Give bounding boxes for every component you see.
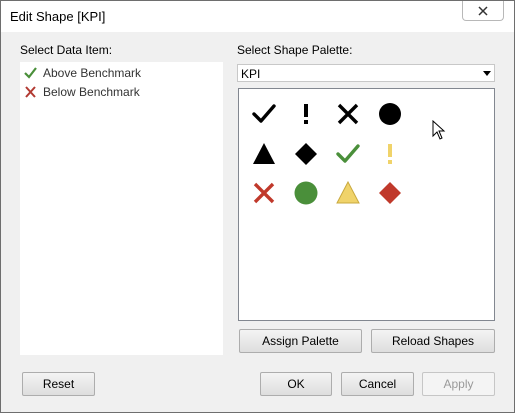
close-icon	[478, 6, 488, 16]
dialog-body: Select Data Item: Above Benchmark Below …	[8, 32, 506, 405]
x-red-icon[interactable]	[251, 180, 277, 206]
circle-black-icon[interactable]	[377, 101, 403, 127]
list-item-label: Below Benchmark	[43, 85, 140, 99]
reset-button[interactable]: Reset	[22, 372, 95, 396]
diamond-red-icon[interactable]	[377, 180, 403, 206]
reload-shapes-button[interactable]: Reload Shapes	[371, 329, 495, 353]
exclamation-yellow-icon[interactable]	[377, 141, 403, 167]
list-item-label: Above Benchmark	[43, 66, 142, 80]
edit-shape-dialog: Edit Shape [KPI] Select Data Item: Above…	[0, 0, 515, 413]
cancel-button[interactable]: Cancel	[341, 372, 414, 396]
list-item-below-benchmark[interactable]: Below Benchmark	[24, 83, 140, 101]
window-title: Edit Shape [KPI]	[10, 9, 106, 24]
title-bar: Edit Shape [KPI]	[1, 1, 514, 32]
data-item-list[interactable]: Above Benchmark Below Benchmark	[20, 62, 223, 355]
x-black-icon[interactable]	[335, 101, 361, 127]
shape-palette-grid	[238, 88, 495, 321]
mouse-pointer-icon	[432, 120, 446, 140]
triangle-yellow-icon[interactable]	[335, 180, 361, 206]
triangle-black-icon[interactable]	[251, 141, 277, 167]
check-black-icon[interactable]	[251, 101, 277, 127]
close-button[interactable]	[462, 1, 504, 21]
check-green-icon	[24, 67, 37, 79]
list-item-above-benchmark[interactable]: Above Benchmark	[24, 64, 141, 82]
ok-button[interactable]: OK	[260, 372, 332, 396]
chevron-down-icon	[483, 71, 491, 76]
palette-selected-value: KPI	[241, 67, 261, 81]
check-green-icon[interactable]	[335, 141, 361, 167]
assign-palette-button[interactable]: Assign Palette	[239, 329, 362, 353]
x-red-icon	[25, 86, 36, 98]
diamond-black-icon[interactable]	[293, 141, 319, 167]
apply-button[interactable]: Apply	[422, 372, 495, 396]
select-data-item-label: Select Data Item:	[20, 43, 113, 57]
exclamation-black-icon[interactable]	[293, 101, 319, 127]
circle-green-icon[interactable]	[293, 180, 319, 206]
select-shape-palette-label: Select Shape Palette:	[237, 43, 353, 57]
shape-palette-select[interactable]: KPI	[237, 64, 495, 82]
